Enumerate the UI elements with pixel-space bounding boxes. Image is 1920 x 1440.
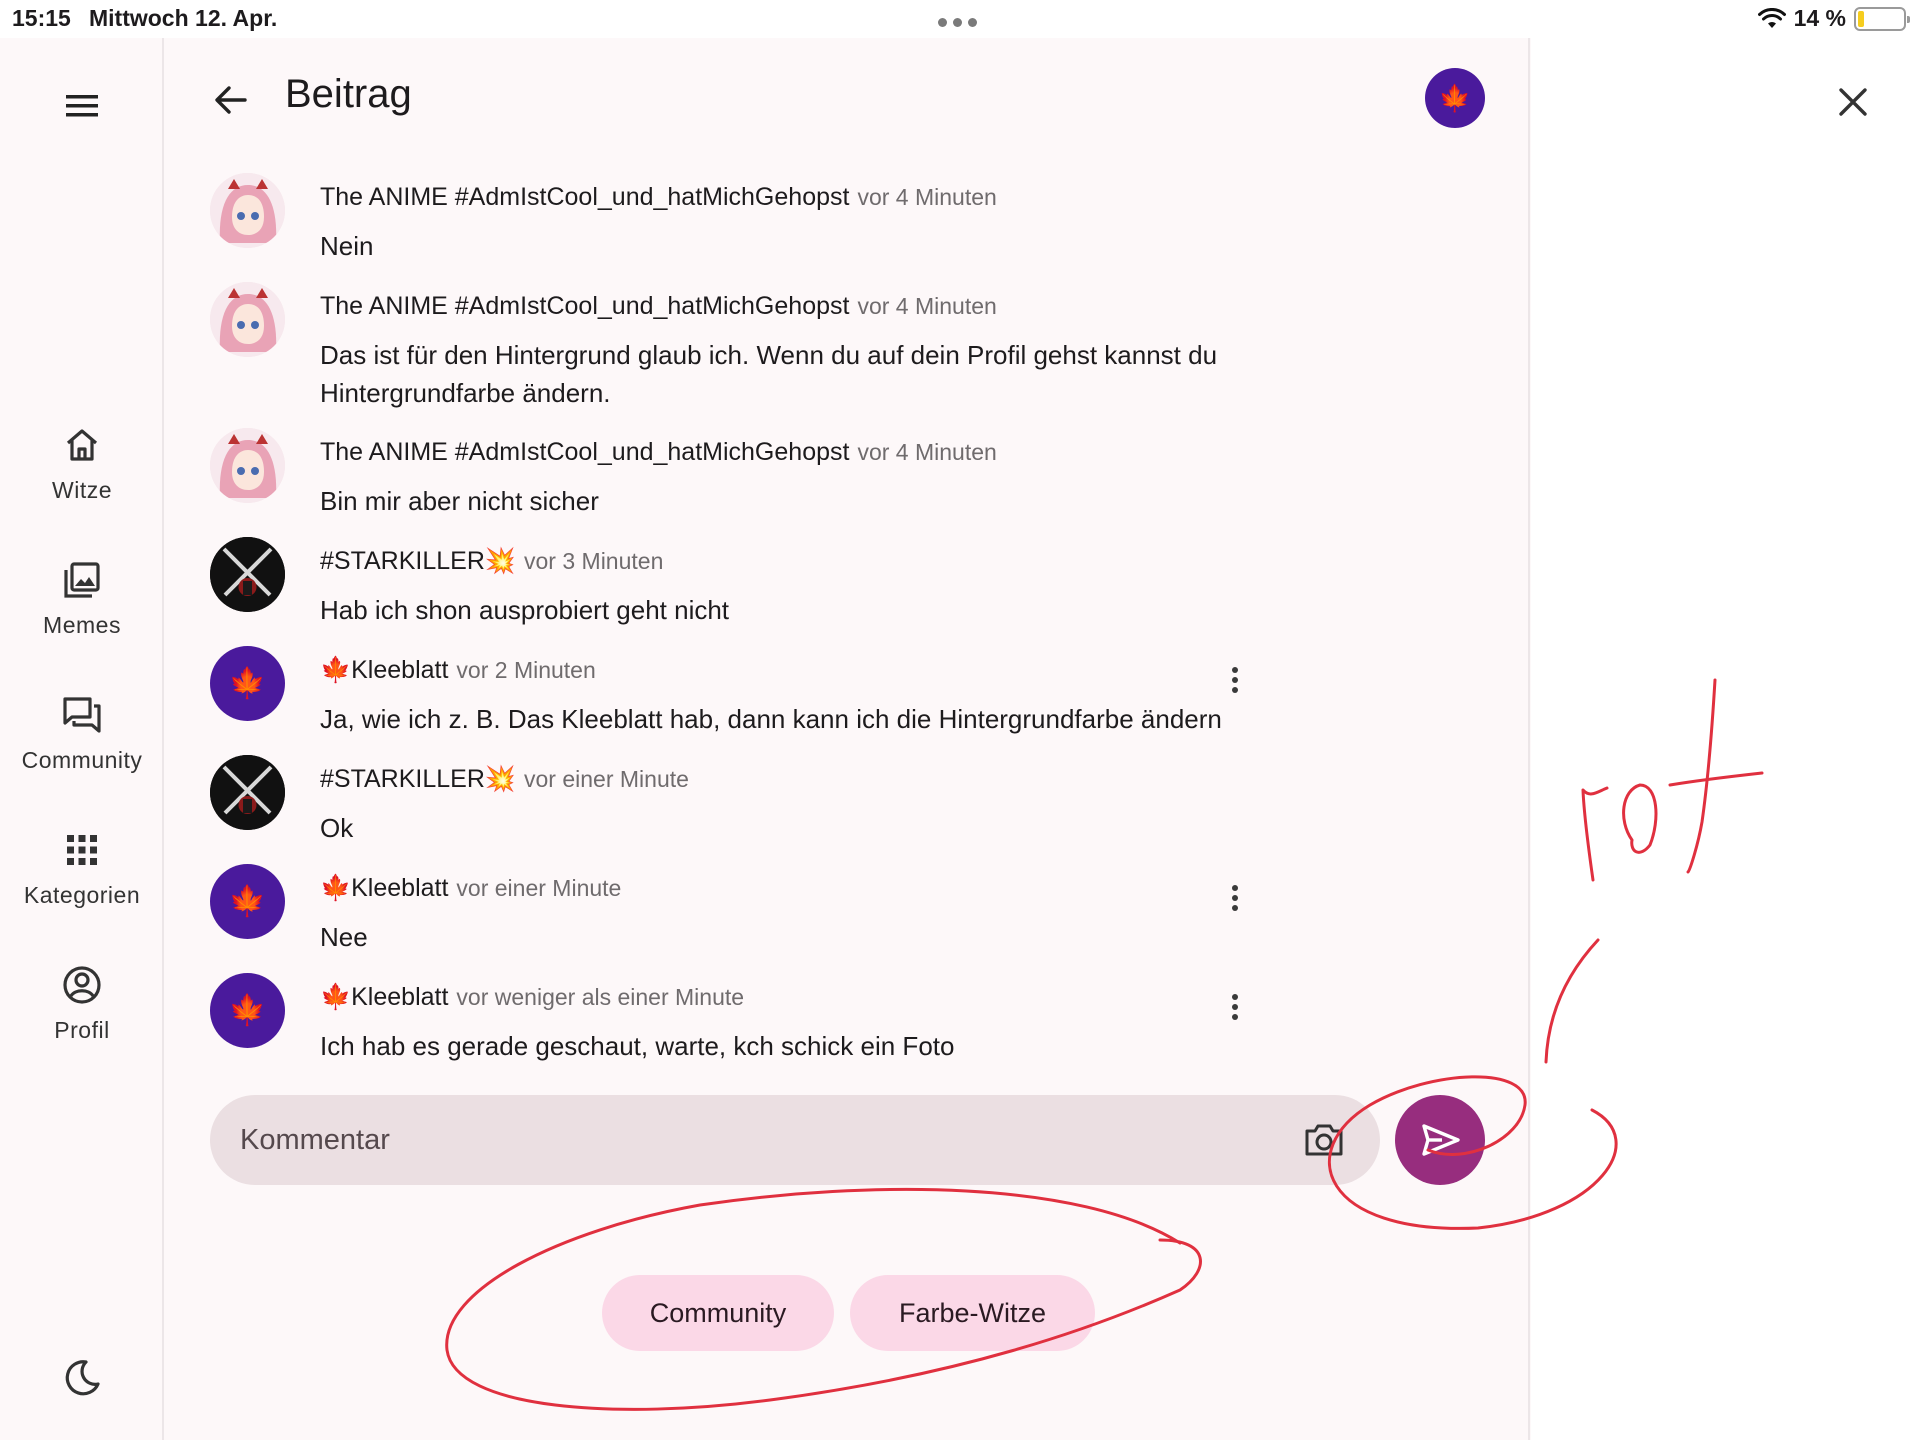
avatar[interactable]: 🍁: [210, 864, 285, 939]
rail-item-label: Community: [21, 747, 143, 773]
avatar[interactable]: [210, 173, 285, 248]
send-icon: [1422, 1124, 1460, 1156]
avatar[interactable]: [210, 755, 285, 830]
rail-item-memes[interactable]: Memes: [0, 558, 164, 639]
comment-text: Ja, wie ich z. B. Das Kleeblatt hab, dan…: [320, 704, 1222, 734]
comment-header: 🍁Kleeblatt vor weniger als einer Minute: [320, 983, 744, 1012]
more-options-icon[interactable]: [1220, 878, 1250, 918]
anime-girl-avatar-icon: [210, 173, 285, 248]
maple-leaf-icon: 🍁: [228, 885, 267, 918]
maple-leaf-icon: 🍁: [1438, 82, 1472, 113]
crossed-swords-avatar-icon: [210, 537, 285, 612]
forum-icon: [63, 697, 101, 733]
avatar[interactable]: [210, 537, 285, 612]
wifi-icon: [1757, 7, 1786, 28]
comment-time: vor 4 Minuten: [857, 293, 997, 319]
avatar[interactable]: [210, 428, 285, 503]
comment-author[interactable]: #STARKILLER💥: [320, 547, 516, 575]
chip-community[interactable]: Community: [602, 1275, 834, 1351]
comment-header: #STARKILLER💥 vor einer Minute: [320, 765, 689, 794]
comment-author[interactable]: The ANIME #AdmIstCool_und_hatMichGehopst: [320, 183, 849, 211]
multitasking-dots-icon[interactable]: [938, 18, 977, 27]
camera-icon[interactable]: [1302, 1118, 1346, 1162]
comment-author[interactable]: 🍁Kleeblatt: [320, 983, 448, 1011]
comment-header: 🍁Kleeblatt vor einer Minute: [320, 874, 621, 903]
more-options-icon[interactable]: [1220, 987, 1250, 1027]
comment-author[interactable]: #STARKILLER💥: [320, 765, 516, 793]
apps-grid-icon: [67, 835, 97, 865]
avatar[interactable]: 🍁: [210, 973, 285, 1048]
comment-header: 🍁Kleeblatt vor 2 Minuten: [320, 656, 596, 685]
status-date: Mittwoch 12. Apr.: [89, 5, 278, 31]
rail-item-community[interactable]: Community: [0, 693, 164, 774]
comment-time: vor 3 Minuten: [524, 548, 664, 574]
comment-header: The ANIME #AdmIstCool_und_hatMichGehopst…: [320, 292, 997, 321]
rail-item-label: Witze: [52, 477, 112, 503]
rail-item-witze[interactable]: Witze: [0, 423, 164, 504]
dark-mode-icon[interactable]: [60, 1356, 104, 1400]
comment-author[interactable]: The ANIME #AdmIstCool_und_hatMichGehopst: [320, 292, 849, 320]
anime-girl-avatar-icon: [210, 282, 285, 357]
comment-header: #STARKILLER💥 vor 3 Minuten: [320, 547, 663, 576]
close-icon[interactable]: [1831, 80, 1875, 124]
comment-header: The ANIME #AdmIstCool_und_hatMichGehopst…: [320, 438, 997, 467]
comment-input-container: [210, 1095, 1380, 1185]
chip-farbe-witze[interactable]: Farbe-Witze: [850, 1275, 1095, 1351]
page-title: Beitrag: [285, 72, 412, 116]
gallery-icon: [64, 562, 100, 598]
comment-time: vor weniger als einer Minute: [456, 984, 745, 1010]
send-button[interactable]: [1395, 1095, 1485, 1185]
home-icon: [66, 429, 98, 461]
comment-text: Nee: [320, 922, 368, 952]
comment-time: vor einer Minute: [456, 875, 622, 901]
status-time: 15:15: [12, 5, 71, 31]
comment-text: Das ist für den Hintergrund glaub ich. W…: [320, 340, 1218, 408]
comment-author[interactable]: 🍁Kleeblatt: [320, 656, 448, 684]
maple-leaf-icon: 🍁: [228, 994, 267, 1027]
rail-item-profil[interactable]: Profil: [0, 963, 164, 1044]
comment-text: Ok: [320, 813, 354, 843]
comment-text: Nein: [320, 231, 374, 261]
rail-item-label: Memes: [43, 612, 121, 638]
comment-author[interactable]: 🍁Kleeblatt: [320, 874, 448, 902]
more-options-icon[interactable]: [1220, 660, 1250, 700]
comment-author[interactable]: The ANIME #AdmIstCool_und_hatMichGehopst: [320, 438, 849, 466]
avatar[interactable]: 🍁: [210, 646, 285, 721]
comment-time: vor 4 Minuten: [857, 439, 997, 465]
menu-icon[interactable]: [60, 84, 104, 128]
comment-text: Ich hab es gerade geschaut, warte, kch s…: [320, 1031, 955, 1061]
comment-time: vor 2 Minuten: [456, 657, 596, 683]
comment-header: The ANIME #AdmIstCool_und_hatMichGehopst…: [320, 183, 997, 212]
comment-text: Hab ich shon ausprobiert geht nicht: [320, 595, 730, 625]
side-pane: [1531, 38, 1920, 1440]
crossed-swords-avatar-icon: [210, 755, 285, 830]
battery-icon: [1854, 6, 1910, 31]
navigation-rail: Witze Memes Community Kategorien Profil: [0, 38, 164, 1440]
account-circle-icon: [63, 966, 101, 1004]
maple-leaf-icon: 🍁: [228, 667, 267, 700]
status-bar: 15:15 Mittwoch 12. Apr. 14 %: [0, 0, 1920, 38]
post-panel: Beitrag 🍁 The ANIME #AdmIstCool_und_hatM…: [165, 38, 1530, 1440]
comment-text: Bin mir aber nicht sicher: [320, 486, 599, 516]
arrow-back-icon[interactable]: [209, 78, 253, 122]
rail-item-label: Profil: [54, 1017, 110, 1043]
anime-girl-avatar-icon: [210, 428, 285, 503]
comment-input[interactable]: [240, 1095, 1240, 1185]
user-avatar[interactable]: 🍁: [1425, 68, 1485, 128]
rail-item-label: Kategorien: [23, 882, 141, 908]
comment-time: vor einer Minute: [524, 766, 689, 792]
rail-item-kategorien[interactable]: Kategorien: [0, 828, 164, 909]
battery-percent: 14 %: [1793, 5, 1846, 31]
comment-time: vor 4 Minuten: [857, 184, 997, 210]
avatar[interactable]: [210, 282, 285, 357]
status-indicators: 14 %: [1757, 5, 1910, 32]
